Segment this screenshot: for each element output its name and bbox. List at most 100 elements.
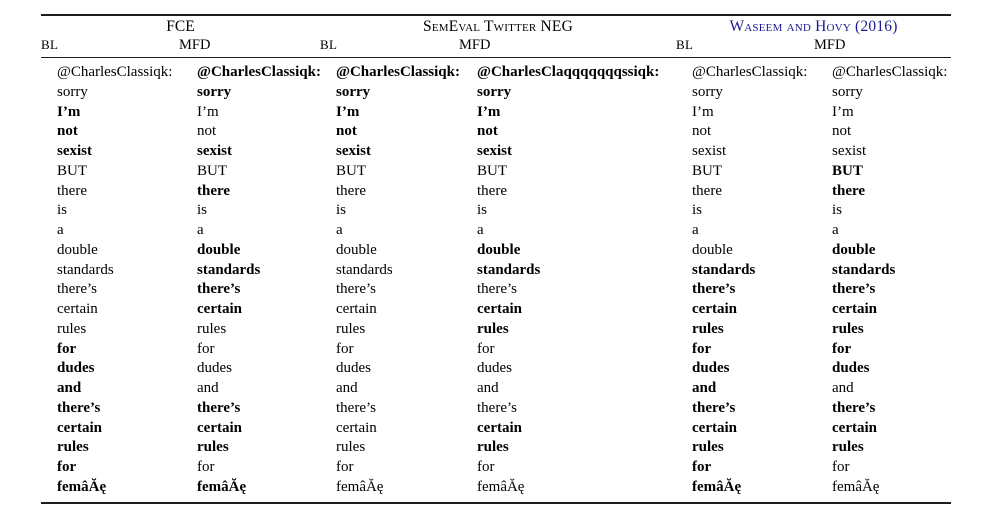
token: standards (197, 261, 261, 278)
token: double (832, 241, 876, 258)
token: @CharlesClaqqqqqqqssiqk: (477, 64, 660, 80)
token: sexist (336, 143, 371, 159)
token: certain (832, 419, 877, 436)
token-column-waseem-mfd: @CharlesClassiqk: sorry I’m not sexist BUT the… (814, 58, 951, 502)
token: sorry (57, 83, 88, 100)
group-header-waseem: Waseem and Hovy (2016) (676, 16, 951, 36)
token: sorry (832, 83, 863, 100)
token-column-fce-mfd: @CharlesClassiqk: sorry I’m not sexist BUT the… (179, 58, 321, 502)
token: there’s (336, 281, 376, 298)
token: @CharlesClassiqk: (57, 64, 173, 80)
token: and (336, 380, 358, 396)
token: for (477, 459, 495, 475)
token: femâĂę (57, 478, 107, 495)
token: I’m (832, 103, 854, 120)
token: femâĂę (832, 478, 880, 495)
token: not (336, 123, 357, 140)
token: a (477, 222, 484, 238)
token: is (57, 202, 68, 219)
token: there’s (477, 399, 517, 416)
token: not (477, 123, 498, 140)
sub-header-semeval-bl: BL (320, 36, 459, 57)
token: sexist (57, 143, 92, 159)
token: certain (197, 301, 242, 317)
token: there (57, 182, 87, 199)
token: BUT (197, 162, 227, 179)
sub-header-waseem-bl: BL (676, 36, 814, 57)
token: rules (57, 439, 89, 456)
token: I’m (692, 103, 714, 120)
sub-header-semeval-mfd: MFD (459, 36, 676, 57)
token: for (832, 340, 852, 357)
token: dudes (692, 360, 730, 377)
token: sorry (692, 83, 723, 100)
token: certain (336, 301, 377, 317)
token: I’m (336, 103, 360, 120)
token: certain (197, 419, 242, 436)
token: is (692, 202, 703, 219)
token: femâĂę (692, 478, 742, 495)
sub-header-fce-mfd: MFD (179, 36, 320, 57)
token: and (832, 380, 854, 396)
token: rules (477, 320, 509, 337)
token: rules (336, 320, 366, 337)
group-header-row: FCE SemEval Twitter NEG Waseem and Hovy … (41, 16, 951, 36)
token-column-fce-bl: @CharlesClassiqk: sorry I’m not sexist BUT the… (41, 58, 179, 502)
token: for (57, 340, 77, 357)
token: there’s (692, 281, 736, 298)
token: BUT (57, 162, 87, 179)
token: certain (692, 301, 737, 317)
group-header-waseem-label[interactable]: Waseem and Hovy (2016) (729, 18, 897, 35)
token: double (477, 241, 521, 258)
token: a (336, 222, 343, 238)
token-body-table: @CharlesClassiqk: sorry I’m not sexist BUT the… (41, 58, 951, 502)
token: there’s (832, 399, 876, 416)
token: for (336, 459, 354, 475)
sub-header-semeval-mfd-label: MFD (459, 37, 491, 53)
token-columns-row: @CharlesClassiqk: sorry I’m not sexist BUT the… (41, 58, 951, 502)
token: double (197, 241, 241, 258)
token: rules (197, 320, 227, 337)
token: dudes (336, 360, 371, 377)
token: for (197, 340, 215, 357)
token: femâĂę (477, 478, 525, 495)
token: there’s (57, 399, 101, 416)
token: and (477, 380, 499, 396)
group-header-semeval-label: SemEval Twitter NEG (423, 18, 573, 35)
token: dudes (57, 360, 95, 377)
token: certain (477, 301, 522, 317)
token: there’s (477, 281, 517, 298)
token: BUT (692, 162, 722, 179)
token: sexist (197, 143, 232, 159)
token: a (57, 222, 64, 238)
token: @CharlesClassiqk: (336, 64, 460, 80)
token: certain (832, 301, 877, 317)
token: rules (197, 439, 229, 456)
sub-header-waseem-mfd-label: MFD (814, 37, 846, 53)
token: for (336, 340, 354, 357)
token: sexist (692, 143, 727, 159)
token: @CharlesClassiqk: (197, 64, 321, 80)
token: not (692, 123, 712, 140)
token: there’s (692, 399, 736, 416)
token: there (197, 182, 231, 199)
sub-header-row: BL MFD BL MFD BL MFD (41, 36, 951, 57)
table-bottom-rule (41, 501, 951, 504)
token: there’s (336, 399, 376, 416)
group-header-semeval: SemEval Twitter NEG (320, 16, 676, 36)
group-header-fce: FCE (41, 16, 320, 36)
token-column-waseem-bl: @CharlesClassiqk: sorry I’m not sexist BUT the… (676, 58, 814, 502)
token: for (692, 459, 712, 475)
token: there (832, 182, 866, 199)
token: femâĂę (197, 478, 247, 495)
token: standards (832, 261, 896, 278)
sub-header-waseem-bl-label: BL (676, 37, 694, 52)
token: a (692, 222, 699, 238)
token: dudes (832, 360, 870, 377)
token: double (336, 241, 377, 258)
token: certain (57, 419, 102, 436)
token: for (57, 459, 77, 475)
token: there’s (197, 399, 241, 416)
token: a (832, 222, 839, 238)
token: is (336, 202, 347, 219)
